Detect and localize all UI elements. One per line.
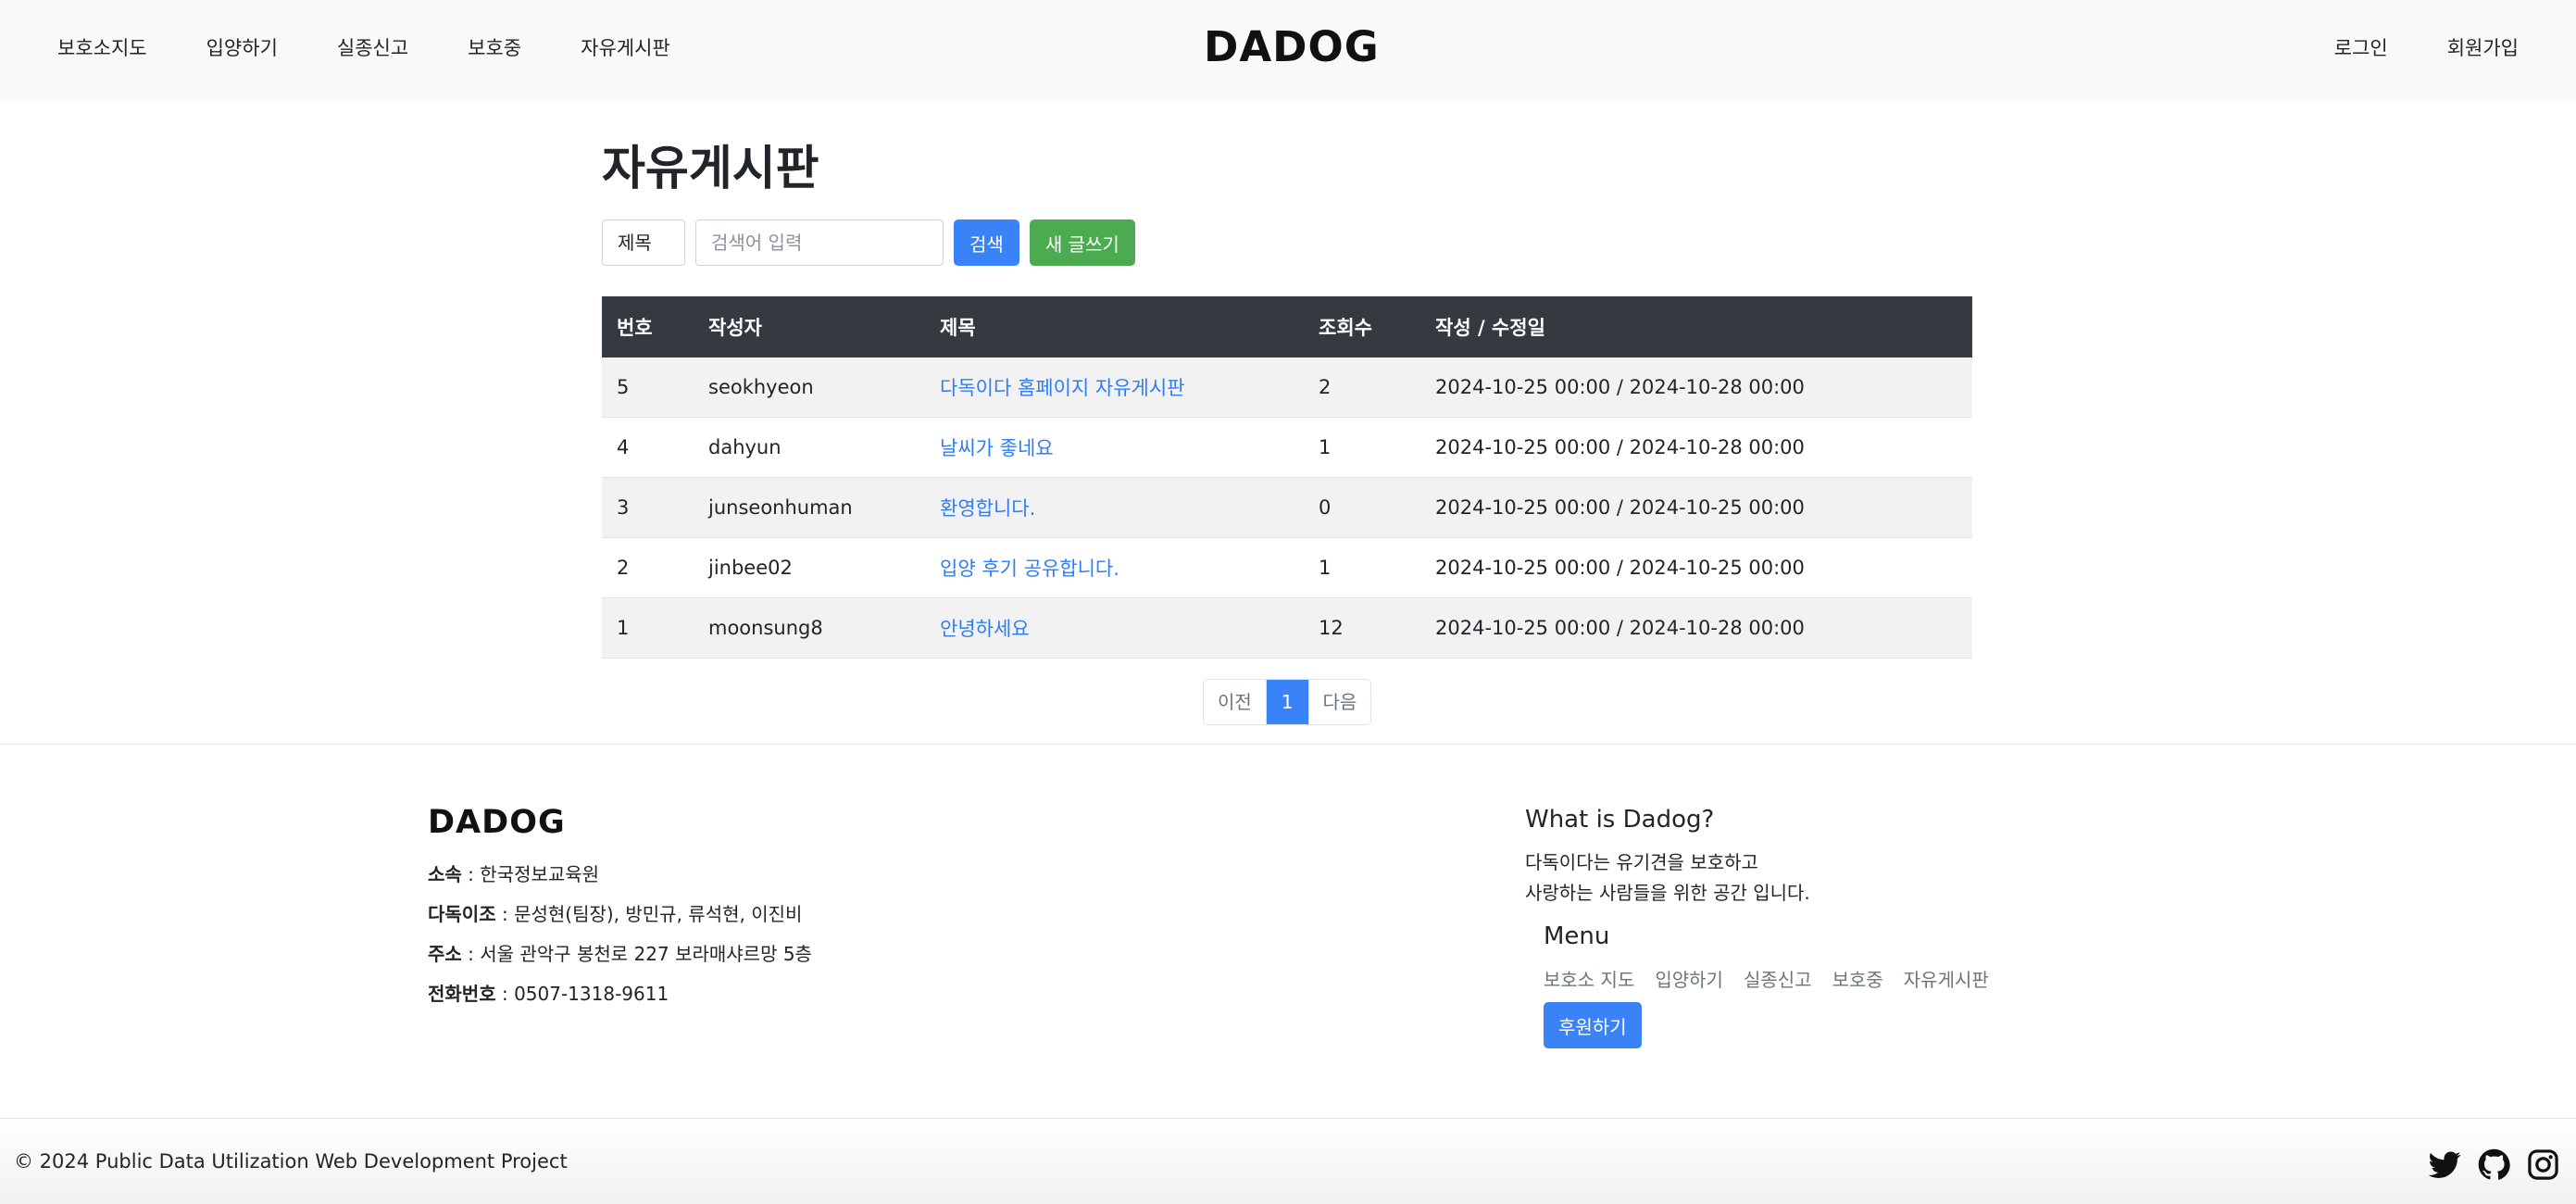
post-dates: 2024-10-25 00:00 / 2024-10-25 00:00 (1420, 537, 1972, 598)
page-title: 자유게시판 (602, 142, 819, 196)
board-table: 번호 작성자 제목 조회수 작성 / 수정일 5 seokhyeon 다독이다 … (602, 296, 1972, 658)
post-number: 1 (602, 597, 694, 658)
search-input[interactable] (695, 219, 944, 266)
footer-info-team: 다독이조 : 문성현(팀장), 방민규, 류석현, 이진비 (428, 899, 802, 926)
search-button[interactable]: 검색 (954, 219, 1019, 266)
column-header-dates: 작성 / 수정일 (1420, 296, 1972, 357)
nav-link-adopt[interactable]: 입양하기 (206, 33, 278, 61)
footer-info-affiliation: 소속 : 한국정보교육원 (428, 859, 599, 886)
post-author: junseonhuman (694, 477, 925, 538)
post-author: jinbee02 (694, 537, 925, 598)
post-dates: 2024-10-25 00:00 / 2024-10-28 00:00 (1420, 417, 1972, 478)
table-row: 3 junseonhuman 환영합니다. 0 2024-10-25 00:00… (602, 477, 1972, 538)
post-number: 3 (602, 477, 694, 538)
table-row: 4 dahyun 날씨가 좋네요 1 2024-10-25 00:00 / 20… (602, 417, 1972, 478)
table-row: 2 jinbee02 입양 후기 공유합니다. 1 2024-10-25 00:… (602, 537, 1972, 598)
table-row: 1 moonsung8 안녕하세요 12 2024-10-25 00:00 / … (602, 597, 1972, 658)
signup-link[interactable]: 회원가입 (2447, 33, 2519, 61)
nav-link-free-board[interactable]: 자유게시판 (581, 33, 670, 61)
info-value: : 0507-1318-9611 (495, 983, 669, 1005)
post-number: 5 (602, 357, 694, 418)
pagination-prev-button[interactable]: 이전 (1204, 680, 1266, 724)
post-dates: 2024-10-25 00:00 / 2024-10-25 00:00 (1420, 477, 1972, 538)
pagination: 이전 1 다음 (1203, 679, 1372, 725)
footer-menu-adopt[interactable]: 입양하기 (1655, 965, 1723, 992)
post-title-link[interactable]: 안녕하세요 (925, 597, 1304, 658)
instagram-icon[interactable] (2527, 1148, 2559, 1181)
nav-link-protecting[interactable]: 보호중 (468, 33, 521, 61)
search-bar: 제목 검색 새 글쓰기 (602, 219, 1135, 266)
footer-divider (0, 744, 2576, 745)
twitter-icon[interactable] (2429, 1148, 2461, 1181)
info-label: 전화번호 (428, 983, 496, 1005)
table-row: 5 seokhyeon 다독이다 홈페이지 자유게시판 2 2024-10-25… (602, 357, 1972, 418)
about-text-line: 사랑하는 사람들을 위한 공간 입니다. (1525, 882, 1810, 904)
post-title-link[interactable]: 입양 후기 공유합니다. (925, 537, 1304, 598)
login-link[interactable]: 로그인 (2334, 33, 2388, 61)
footer-info-phone: 전화번호 : 0507-1318-9611 (428, 979, 669, 1006)
post-author: seokhyeon (694, 357, 925, 418)
social-links (2429, 1148, 2559, 1181)
post-number: 4 (602, 417, 694, 478)
post-views: 1 (1304, 417, 1420, 478)
post-views: 12 (1304, 597, 1420, 658)
info-label: 다독이조 (428, 903, 496, 925)
brand-logo[interactable]: DADOG (1204, 22, 1380, 71)
info-label: 주소 (428, 943, 462, 965)
column-header-author: 작성자 (694, 296, 925, 357)
info-value: : 문성현(팀장), 방민규, 류석현, 이진비 (495, 903, 803, 925)
column-header-title: 제목 (925, 296, 1304, 357)
post-title-link[interactable]: 환영합니다. (925, 477, 1304, 538)
github-icon[interactable] (2478, 1148, 2510, 1181)
search-type-select[interactable]: 제목 (602, 219, 685, 266)
pagination-next-button[interactable]: 다음 (1307, 680, 1371, 724)
new-post-button[interactable]: 새 글쓰기 (1029, 219, 1135, 266)
info-value: : 서울 관악구 봉천로 227 보라매샤르망 5층 (461, 943, 812, 965)
nav-link-shelter-map[interactable]: 보호소지도 (57, 33, 147, 61)
post-title-link[interactable]: 날씨가 좋네요 (925, 417, 1304, 478)
sponsor-button[interactable]: 후원하기 (1544, 1002, 1642, 1048)
nav-left-menu: 보호소지도 입양하기 실종신고 보호중 자유게시판 (57, 0, 670, 94)
top-navbar: 보호소지도 입양하기 실종신고 보호중 자유게시판 DADOG 로그인 회원가입 (0, 0, 2576, 100)
nav-right-menu: 로그인 회원가입 (2334, 0, 2519, 94)
copyright-text: © 2024 Public Data Utilization Web Devel… (14, 1150, 568, 1173)
about-text-line: 다독이다는 유기견을 보호하고 (1525, 851, 1758, 873)
footer-menu-free-board[interactable]: 자유게시판 (1904, 965, 1989, 992)
footer-menu-protecting[interactable]: 보호중 (1832, 965, 1883, 992)
post-number: 2 (602, 537, 694, 598)
post-dates: 2024-10-25 00:00 / 2024-10-28 00:00 (1420, 597, 1972, 658)
footer-menu-missing-report[interactable]: 실종신고 (1744, 965, 1812, 992)
column-header-number: 번호 (602, 296, 694, 357)
post-title-link[interactable]: 다독이다 홈페이지 자유게시판 (925, 357, 1304, 418)
post-author: dahyun (694, 417, 925, 478)
pagination-page-1[interactable]: 1 (1265, 680, 1308, 724)
footer-menu-shelter-map[interactable]: 보호소 지도 (1544, 965, 1634, 992)
info-label: 소속 (428, 863, 462, 885)
post-views: 0 (1304, 477, 1420, 538)
nav-link-missing-report[interactable]: 실종신고 (337, 33, 408, 61)
footer-menu: 보호소 지도 입양하기 실종신고 보호중 자유게시판 (1544, 965, 1989, 992)
table-header-row: 번호 작성자 제목 조회수 작성 / 수정일 (602, 296, 1972, 357)
info-value: : 한국정보교육원 (461, 863, 600, 885)
about-title: What is Dadog? (1525, 806, 1715, 834)
column-header-views: 조회수 (1304, 296, 1420, 357)
footer-logo: DADOG (428, 804, 566, 841)
post-dates: 2024-10-25 00:00 / 2024-10-28 00:00 (1420, 357, 1972, 418)
post-views: 2 (1304, 357, 1420, 418)
footer-menu-title: Menu (1544, 922, 1610, 950)
footer-info-address: 주소 : 서울 관악구 봉천로 227 보라매샤르망 5층 (428, 939, 812, 966)
post-views: 1 (1304, 537, 1420, 598)
post-author: moonsung8 (694, 597, 925, 658)
